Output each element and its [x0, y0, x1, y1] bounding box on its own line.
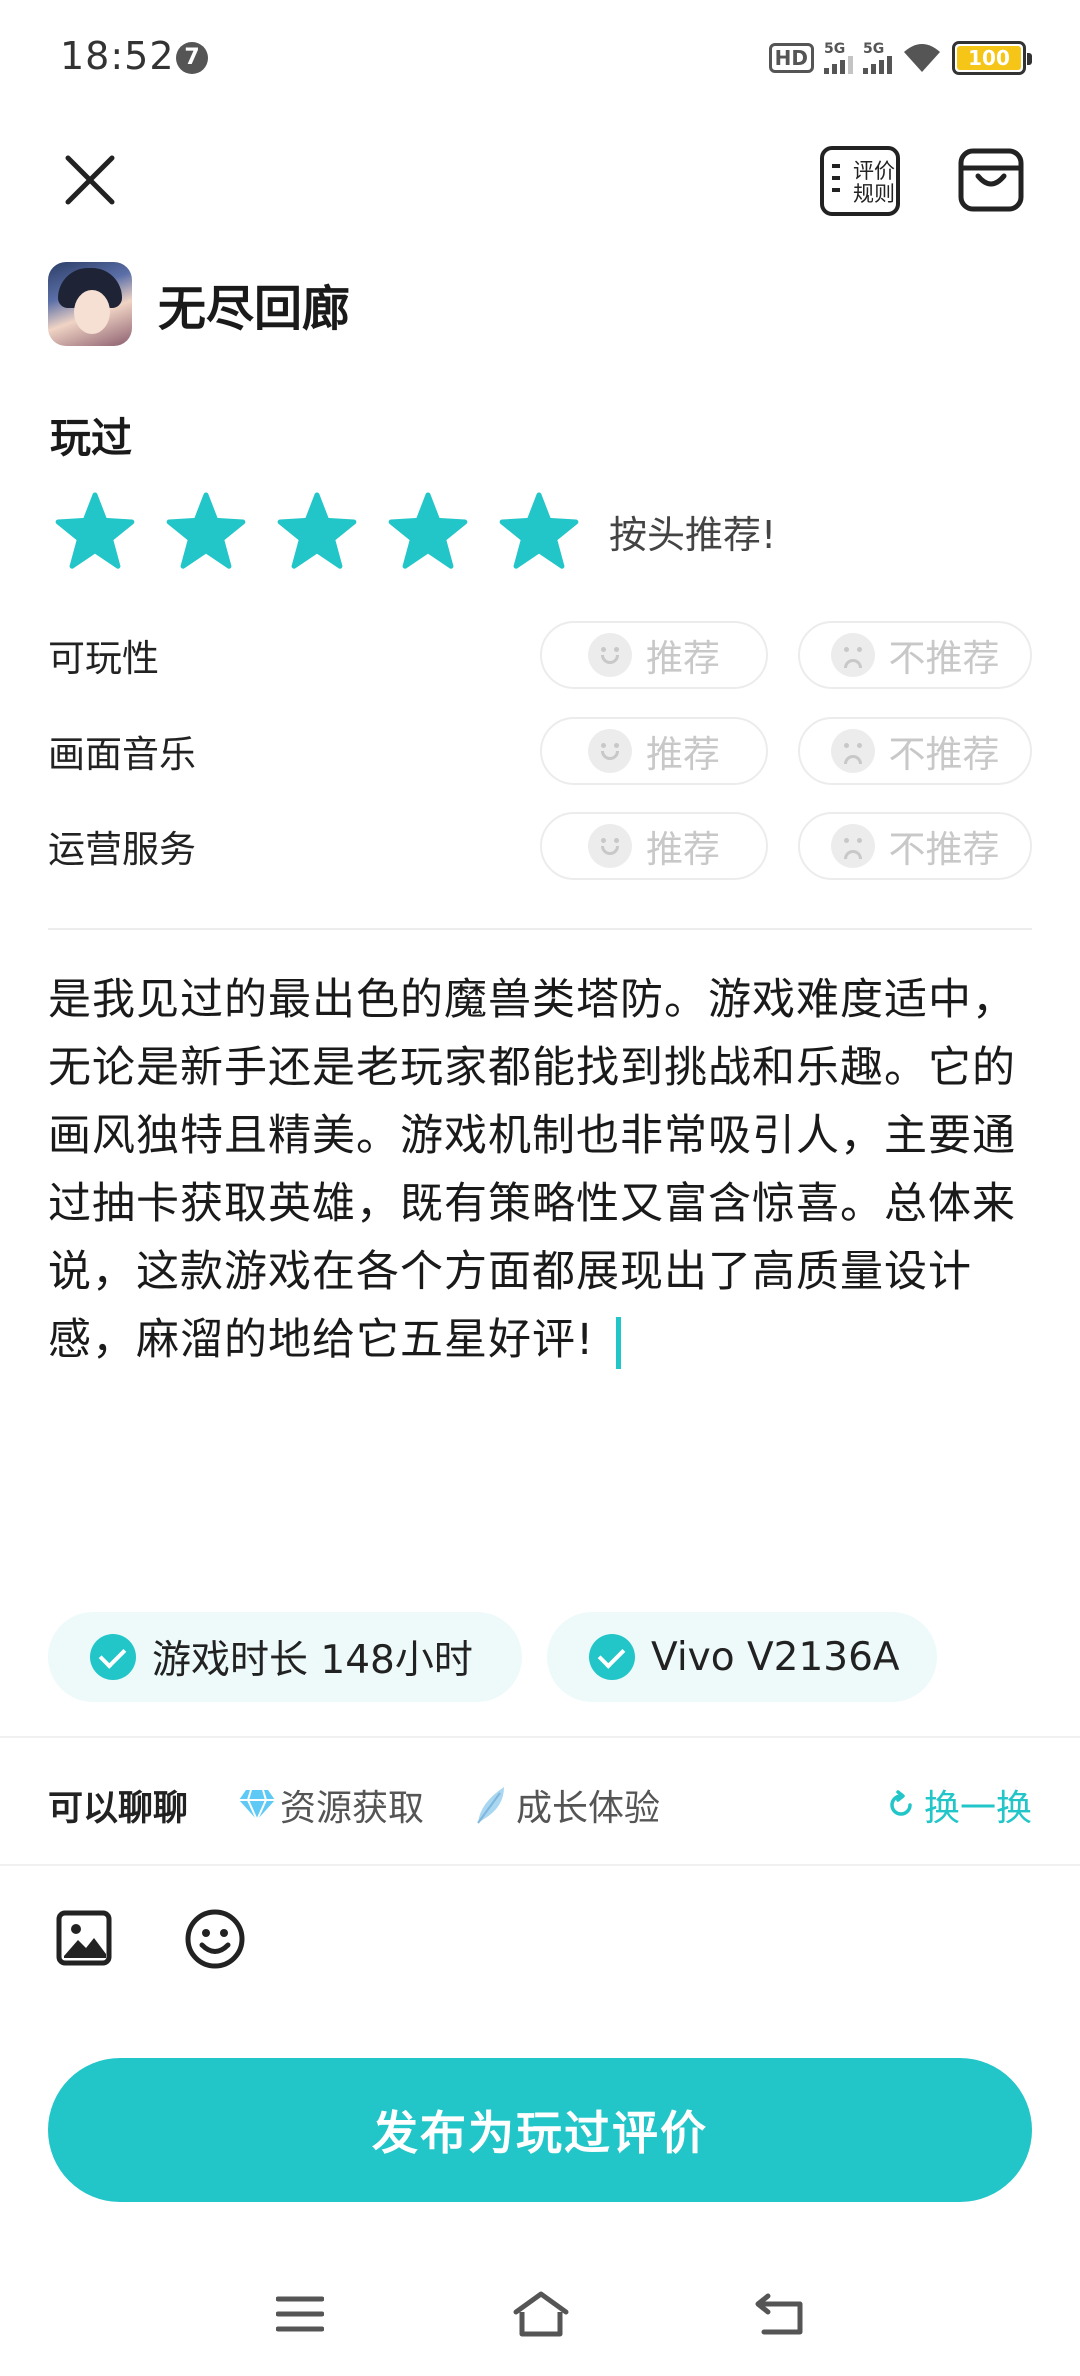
divider	[48, 928, 1032, 930]
topic-resource-label: 资源获取	[280, 1788, 425, 1829]
home-icon[interactable]	[512, 2290, 570, 2338]
publish-button[interactable]: 发布为玩过评价	[48, 2058, 1032, 2202]
star-icon-1[interactable]	[54, 490, 136, 572]
text-cursor	[616, 1316, 622, 1369]
menu-icon[interactable]	[276, 2294, 324, 2334]
bag-icon[interactable]	[958, 148, 1024, 212]
recommend-label: 推荐	[646, 637, 720, 680]
smile-icon	[588, 633, 632, 677]
signal-label-1: 5G	[824, 41, 846, 57]
topic-growth-label: 成长体验	[516, 1788, 661, 1829]
check-icon	[589, 1634, 635, 1680]
device-tag[interactable]: Vivo V2136A	[547, 1612, 937, 1702]
smile-icon	[588, 729, 632, 773]
back-icon[interactable]	[754, 2292, 806, 2336]
aspect-label: 可玩性	[48, 637, 159, 680]
diamond-icon	[239, 1789, 276, 1822]
status-indicators: HD 5G 5G 100	[768, 38, 1032, 78]
topic-growth[interactable]: 成长体验	[474, 1779, 660, 1831]
status-time: 18:52	[60, 34, 175, 78]
not-recommend-label: 不推荐	[888, 828, 1000, 871]
not-recommend-label: 不推荐	[888, 637, 1000, 680]
close-icon[interactable]	[60, 150, 120, 210]
aspect-row-operations: 运营服务 推荐 不推荐	[48, 811, 1032, 881]
feather-icon	[477, 1787, 505, 1824]
hd-icon: HD	[768, 43, 814, 73]
frown-icon	[830, 633, 875, 677]
star-icon-3[interactable]	[276, 490, 358, 572]
review-text: 是我见过的最出色的魔兽类塔防。游戏难度适中，无论是新手还是老玩家都能找到挑战和乐…	[48, 975, 1016, 1365]
aspect-row-graphics-music: 画面音乐 推荐 不推荐	[48, 716, 1032, 786]
divider	[0, 1736, 1080, 1738]
refresh-icon	[890, 1790, 912, 1816]
topic-suggestions: 可以聊聊 资源获取 成长体验 换一换	[48, 1770, 1032, 1840]
not-recommend-button[interactable]: 不推荐	[798, 621, 1032, 689]
system-nav-bar	[0, 2276, 1080, 2376]
review-rules-label: 评价规则	[853, 159, 895, 206]
rating-caption: 按头推荐!	[609, 512, 777, 557]
aspect-label: 画面音乐	[48, 733, 196, 776]
refresh-label: 换一换	[923, 1788, 1032, 1829]
signal-icon-1: 5G	[824, 42, 853, 74]
recommend-button[interactable]: 推荐	[540, 621, 768, 689]
signal-icon-2: 5G	[863, 42, 892, 74]
divider	[0, 1864, 1080, 1866]
frown-icon	[830, 824, 875, 868]
not-recommend-button[interactable]: 不推荐	[798, 717, 1032, 785]
topic-heading: 可以聊聊	[48, 1788, 189, 1829]
review-text-input[interactable]: 是我见过的最出色的魔兽类塔防。游戏难度适中，无论是新手还是老玩家都能找到挑战和乐…	[48, 966, 1018, 1374]
aspect-row-playability: 可玩性 推荐 不推荐	[48, 620, 1032, 690]
aspect-label: 运营服务	[48, 828, 196, 871]
topic-resource[interactable]: 资源获取	[238, 1779, 424, 1831]
playtime-tag-label: 游戏时长 148小时	[152, 1638, 473, 1683]
notification-badge: 7	[176, 42, 208, 74]
frown-icon	[830, 729, 875, 773]
wifi-icon	[904, 44, 940, 72]
recommend-label: 推荐	[646, 828, 720, 871]
playtime-tag[interactable]: 游戏时长 148小时	[48, 1612, 522, 1702]
recommend-button[interactable]: 推荐	[540, 812, 768, 880]
recommend-button[interactable]: 推荐	[540, 717, 768, 785]
emoji-icon[interactable]	[184, 1908, 246, 1970]
status-bar: 18:52 7 HD 5G 5G 100	[0, 0, 1080, 116]
recommend-label: 推荐	[646, 733, 720, 776]
battery-level: 100	[957, 46, 1021, 70]
check-icon	[90, 1634, 136, 1680]
rules-list-icon	[832, 164, 840, 192]
battery-icon: 100	[952, 41, 1032, 75]
smile-icon	[588, 824, 632, 868]
played-label: 玩过	[50, 414, 132, 462]
star-rating: 按头推荐!	[54, 490, 776, 572]
star-icon-4[interactable]	[387, 490, 469, 572]
not-recommend-label: 不推荐	[888, 733, 1000, 776]
star-icon-5[interactable]	[498, 490, 580, 572]
not-recommend-button[interactable]: 不推荐	[798, 812, 1032, 880]
star-icon-2[interactable]	[165, 490, 247, 572]
game-info: 无尽回廊	[48, 262, 350, 346]
image-icon[interactable]	[56, 1910, 112, 1966]
device-tag-label: Vivo V2136A	[651, 1634, 900, 1680]
refresh-button[interactable]: 换一换	[886, 1770, 1032, 1840]
review-rules-button[interactable]: 评价规则	[820, 146, 900, 216]
game-icon	[48, 262, 132, 346]
signal-label-2: 5G	[863, 41, 885, 57]
game-title: 无尽回廊	[158, 281, 351, 337]
